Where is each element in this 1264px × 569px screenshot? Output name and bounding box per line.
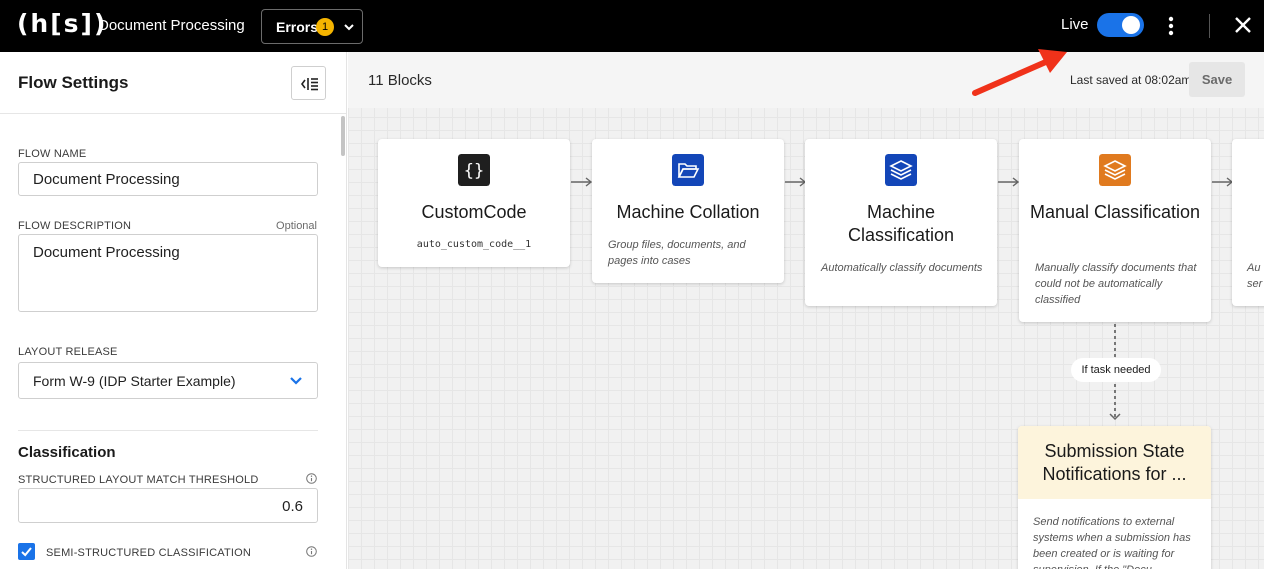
blocks-count: 11 Blocks bbox=[368, 72, 432, 89]
chevron-down-icon bbox=[344, 24, 354, 31]
optional-hint: Optional bbox=[276, 220, 317, 232]
block-partial[interactable]: Au ser bbox=[1232, 139, 1264, 306]
threshold-input[interactable]: 0.6 bbox=[18, 488, 318, 523]
block-custom-code[interactable]: {} CustomCode auto_custom_code__1 bbox=[378, 139, 570, 267]
block-manual-classification[interactable]: Manual Classification Manually classify … bbox=[1019, 139, 1211, 322]
block-title: CustomCode bbox=[421, 202, 527, 222]
sidebar-header: Flow Settings bbox=[0, 52, 346, 114]
chevron-down-icon bbox=[290, 377, 302, 385]
flow-name-value: Document Processing bbox=[33, 171, 180, 188]
flow-description-value: Document Processing bbox=[33, 244, 180, 261]
block-description: Group files, documents, and pages into c… bbox=[608, 239, 746, 267]
errors-count-badge: 1 bbox=[316, 18, 334, 36]
last-saved-text: Last saved at 08:02am bbox=[1070, 73, 1192, 87]
live-toggle[interactable] bbox=[1097, 13, 1144, 37]
condition-label[interactable]: If task needed bbox=[1071, 358, 1161, 382]
annotation-arrow-icon bbox=[972, 49, 1067, 96]
threshold-label: STRUCTURED LAYOUT MATCH THRESHOLD bbox=[18, 474, 259, 486]
sidebar-title: Flow Settings bbox=[18, 73, 129, 92]
top-bar: (h[s]) Document Processing Errors 1 Live bbox=[0, 0, 1264, 52]
errors-dropdown-button[interactable]: Errors 1 bbox=[261, 9, 363, 44]
partial-line-1: Au bbox=[1247, 262, 1261, 274]
arrow-right-icon bbox=[998, 177, 1020, 187]
block-header: Submission State Notifications for ... bbox=[1018, 426, 1211, 499]
svg-text:{}: {} bbox=[464, 161, 484, 181]
block-title: Submission State Notifications for ... bbox=[1042, 441, 1187, 484]
info-icon[interactable] bbox=[306, 546, 317, 557]
save-button[interactable]: Save bbox=[1189, 62, 1245, 97]
block-title: Machine Collation bbox=[616, 202, 760, 222]
info-icon[interactable] bbox=[306, 473, 317, 484]
block-description: Send notifications to external systems w… bbox=[1033, 516, 1191, 569]
block-description: Manually classify documents that could n… bbox=[1035, 262, 1197, 306]
block-machine-collation[interactable]: Machine Collation Group files, documents… bbox=[592, 139, 784, 283]
app-title: Document Processing bbox=[98, 17, 245, 34]
arrow-down-icon bbox=[1109, 413, 1121, 421]
layers-icon bbox=[1099, 154, 1131, 186]
collapse-sidebar-button[interactable] bbox=[291, 66, 326, 100]
braces-icon: {} bbox=[458, 154, 490, 186]
flow-name-input[interactable]: Document Processing bbox=[18, 162, 318, 196]
flow-description-textarea[interactable]: Document Processing bbox=[18, 234, 318, 312]
block-description: Automatically classify documents bbox=[821, 262, 983, 274]
layout-release-label: LAYOUT RELEASE bbox=[18, 346, 118, 358]
live-label: Live bbox=[1061, 16, 1089, 33]
errors-label: Errors bbox=[276, 19, 319, 35]
flow-canvas[interactable]: 11 Blocks Last saved at 08:02am Save {} … bbox=[348, 52, 1264, 569]
collapse-panel-icon bbox=[301, 78, 318, 91]
partial-line-2: ser bbox=[1247, 278, 1263, 290]
block-submission-notifications[interactable]: Submission State Notifications for ... S… bbox=[1018, 426, 1211, 569]
arrow-right-icon bbox=[571, 177, 593, 187]
semi-structured-checkbox[interactable] bbox=[18, 543, 35, 560]
classification-section-title: Classification bbox=[18, 444, 116, 461]
flow-description-label: FLOW DESCRIPTION bbox=[18, 220, 132, 232]
block-description-partial: Au ser bbox=[1247, 260, 1264, 292]
topbar-divider bbox=[1209, 14, 1210, 38]
block-subtitle: auto_custom_code__1 bbox=[416, 239, 532, 250]
folder-open-icon bbox=[672, 154, 704, 186]
app-logo[interactable]: (h[s]) bbox=[17, 9, 107, 38]
layout-release-select[interactable]: Form W-9 (IDP Starter Example) bbox=[18, 362, 318, 399]
block-title: Manual Classification bbox=[1029, 202, 1201, 222]
layers-icon bbox=[885, 154, 917, 186]
section-divider bbox=[18, 430, 318, 431]
block-title: Machine Classification bbox=[847, 202, 955, 245]
semi-structured-label: SEMI-STRUCTURED CLASSIFICATION bbox=[46, 547, 252, 559]
block-machine-classification[interactable]: Machine Classification Automatically cla… bbox=[805, 139, 997, 306]
canvas-header: 11 Blocks Last saved at 08:02am Save bbox=[348, 52, 1264, 108]
layout-release-value: Form W-9 (IDP Starter Example) bbox=[33, 373, 236, 389]
sidebar-scrollbar[interactable] bbox=[341, 116, 345, 156]
close-icon[interactable] bbox=[1233, 15, 1253, 35]
more-options-icon[interactable] bbox=[1162, 14, 1180, 38]
flow-name-label: FLOW NAME bbox=[18, 148, 87, 160]
toggle-knob bbox=[1122, 16, 1140, 34]
threshold-value: 0.6 bbox=[282, 498, 303, 515]
flow-settings-sidebar: Flow Settings FLOW NAME Document Process… bbox=[0, 52, 347, 569]
checkmark-icon bbox=[21, 547, 32, 557]
